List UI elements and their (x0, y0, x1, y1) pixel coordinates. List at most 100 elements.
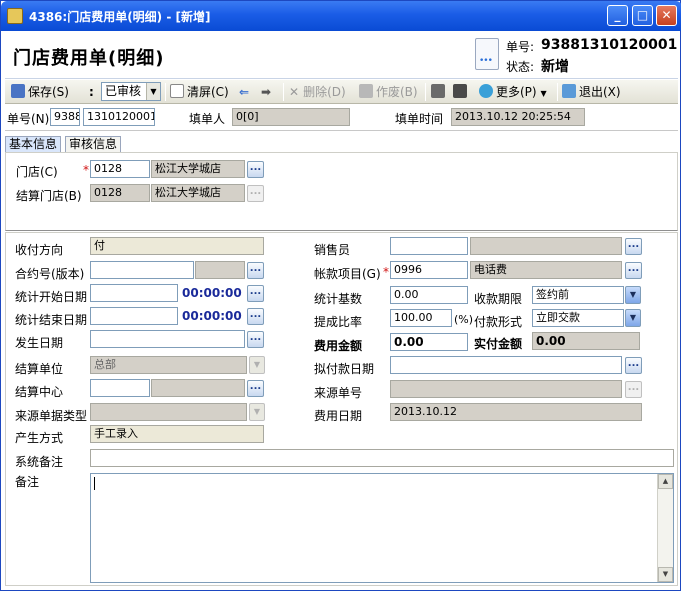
source-no-lookup-button[interactable]: ... (625, 381, 642, 398)
settle-store-name-field: 松江大学城店 (151, 184, 245, 202)
source-type-field (90, 403, 247, 421)
docno-prefix-field[interactable]: 9388 (50, 108, 80, 126)
pay-dir-label: 收付方向 (15, 243, 64, 257)
void-icon (359, 84, 373, 98)
stat-start-date-field[interactable] (90, 284, 178, 302)
tab-basic-info[interactable]: 基本信息 (5, 136, 62, 152)
source-no-label: 来源单号 (314, 386, 363, 400)
plan-pay-date-label: 拟付款日期 (314, 362, 375, 376)
toolbar: 保存(S) : 已审核 ▼ 清屏(C) ⇐ ➡ ✕ 删除(D) 作废(B) 更多(… (5, 80, 678, 104)
settle-store-code-field: 0128 (90, 184, 150, 202)
next-arrow-button[interactable]: ➡ (261, 83, 271, 101)
prev-arrow-button[interactable]: ⇐ (239, 83, 249, 101)
delete-x-icon: ✕ (289, 85, 300, 99)
pay-dir-field: 付 (90, 237, 264, 255)
required-mark: * (383, 265, 389, 279)
header-docno-value: 93881310120001 (541, 37, 678, 53)
store-lookup-button[interactable]: ... (247, 161, 264, 178)
occur-date-field[interactable] (90, 330, 245, 348)
minimize-button[interactable]: _ (607, 5, 628, 26)
contract-label: 合约号(版本) (15, 267, 85, 281)
preview-icon (453, 84, 467, 98)
header-status-label: 状态: (506, 60, 535, 74)
save-icon (11, 84, 25, 98)
salesman-label: 销售员 (314, 243, 351, 257)
store-name-field: 松江大学城店 (151, 160, 245, 178)
maximize-button[interactable]: □ (632, 5, 653, 26)
more-button[interactable]: 更多(P) ▼ (479, 83, 547, 101)
contract-lookup-button[interactable]: ... (247, 262, 264, 279)
store-code-field[interactable]: 0128 (90, 160, 150, 178)
settle-center-lookup-button[interactable]: ... (247, 380, 264, 397)
salesman-lookup-button[interactable]: ... (625, 238, 642, 255)
sys-remark-field (90, 449, 674, 467)
stat-end-label: 统计结束日期 (15, 313, 88, 327)
filler-field: 0[0] (232, 108, 350, 126)
docno-label: 单号(N) (7, 112, 50, 126)
app-window: 4386:门店费用单(明细) - [新增] _ □ ✕ 门店费用单(明细) 单号… (0, 0, 681, 591)
account-item-code-field[interactable]: 0996 (390, 261, 468, 279)
scroll-down-icon[interactable]: ▼ (658, 567, 673, 582)
stat-end-date-field[interactable] (90, 307, 178, 325)
settle-unit-dropdown[interactable]: ▼ (249, 356, 265, 374)
fee-amount-label: 费用金额 (314, 339, 363, 353)
source-type-dropdown[interactable]: ▼ (249, 403, 265, 421)
pay-form-dropdown[interactable]: ▼ (625, 309, 641, 327)
contract-version-field (195, 261, 245, 279)
plan-pay-date-field[interactable] (390, 356, 622, 374)
docno-suffix-field[interactable]: 1310120001 (83, 108, 155, 126)
print-button[interactable] (431, 83, 448, 101)
paid-amount-field: 0.00 (532, 332, 640, 350)
title-bar[interactable]: 4386:门店费用单(明细) - [新增] _ □ ✕ (1, 1, 681, 31)
fee-amount-field[interactable]: 0.00 (390, 333, 468, 351)
more-icon (479, 84, 493, 98)
account-item-lookup-button[interactable]: ... (625, 262, 642, 279)
doc-info-row: 单号(N) 9388 1310120001 填单人 0[0] 填单时间 2013… (5, 105, 678, 131)
pay-form-label: 付款形式 (474, 315, 523, 329)
fee-date-label: 费用日期 (314, 409, 363, 423)
collect-term-select[interactable]: 签约前 (532, 286, 624, 304)
filler-label: 填单人 (189, 112, 226, 126)
tab-audit-info[interactable]: 审核信息 (65, 136, 122, 152)
remark-scrollbar[interactable]: ▲ ▼ (657, 474, 673, 582)
fill-time-field: 2013.10.12 20:25:54 (451, 108, 585, 126)
stat-end-date-button[interactable]: ... (247, 308, 264, 325)
plan-pay-date-button[interactable]: ... (625, 357, 642, 374)
salesman-code-field[interactable] (390, 237, 468, 255)
pay-form-select[interactable]: 立即交款 (532, 309, 624, 327)
audit-status-select[interactable]: 已审核 ▼ (101, 82, 161, 101)
store-section: 门店(C) * 0128 松江大学城店 ... 结算门店(B) 0128 松江大… (5, 152, 678, 231)
save-button[interactable]: 保存(S) (11, 83, 69, 101)
window-title: 4386:门店费用单(明细) - [新增] (29, 10, 211, 24)
paid-amount-label: 实付金额 (474, 337, 523, 351)
chevron-down-icon[interactable]: ▼ (146, 83, 160, 100)
contract-field[interactable] (90, 261, 194, 279)
close-button[interactable]: ✕ (656, 5, 677, 26)
remark-textarea[interactable]: ▲ ▼ (90, 473, 674, 583)
exit-button[interactable]: 退出(X) (562, 83, 621, 101)
commission-field[interactable]: 100.00 (390, 309, 452, 327)
arrow-left-icon: ⇐ (239, 85, 250, 99)
fee-date-field: 2013.10.12 (390, 403, 642, 421)
scroll-up-icon[interactable]: ▲ (658, 474, 673, 489)
delete-button[interactable]: ✕ 删除(D) (289, 83, 346, 101)
gen-method-field: 手工录入 (90, 425, 264, 443)
stat-base-field[interactable]: 0.00 (390, 286, 468, 304)
collect-term-dropdown[interactable]: ▼ (625, 286, 641, 304)
settle-center-code-field[interactable] (90, 379, 150, 397)
occur-date-button[interactable]: ... (247, 331, 264, 348)
stat-base-label: 统计基数 (314, 292, 363, 306)
preview-button[interactable] (453, 83, 470, 101)
stat-start-label: 统计开始日期 (15, 290, 88, 304)
stat-start-date-button[interactable]: ... (247, 285, 264, 302)
stat-end-time: 00:00:00 (182, 309, 242, 323)
settle-store-lookup-button[interactable]: ... (247, 185, 264, 202)
sys-remark-label: 系统备注 (15, 455, 64, 469)
text-cursor (94, 477, 95, 490)
header-status-value: 新增 (541, 59, 569, 75)
void-button[interactable]: 作废(B) (359, 83, 418, 101)
stat-start-time: 00:00:00 (182, 286, 242, 300)
settle-store-label: 结算门店(B) (16, 189, 82, 203)
clear-button[interactable]: 清屏(C) (170, 83, 229, 101)
print-icon (431, 84, 445, 98)
